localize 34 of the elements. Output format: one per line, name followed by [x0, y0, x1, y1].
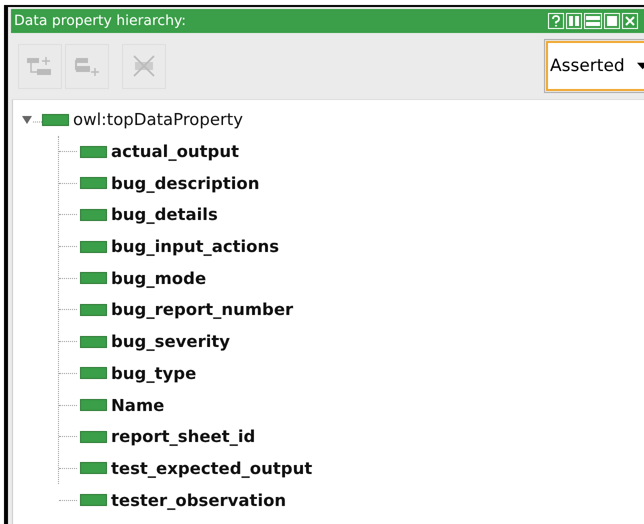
property-icon: [80, 430, 107, 443]
tree-item[interactable]: report_sheet_id: [111, 427, 256, 446]
property-icon: [80, 399, 107, 412]
help-icon[interactable]: [548, 13, 564, 29]
property-icon: [80, 240, 107, 253]
panel-title: Data property hierarchy:: [14, 13, 187, 29]
expand-toggle-icon[interactable]: [22, 114, 42, 126]
property-icon: [42, 114, 69, 126]
maximize-icon[interactable]: [604, 13, 620, 29]
close-icon[interactable]: [622, 13, 638, 29]
property-icon: [80, 272, 107, 284]
tree-item[interactable]: Name: [111, 396, 164, 415]
tree-item[interactable]: tester_observation: [111, 490, 286, 510]
property-icon: [80, 494, 107, 506]
property-icon: [80, 336, 107, 348]
tree-item[interactable]: bug_input_actions: [111, 237, 280, 256]
tree-item[interactable]: bug_type: [111, 364, 196, 383]
view-dropdown[interactable]: Asserted: [546, 41, 644, 91]
tree-item[interactable]: bug_severity: [111, 332, 230, 352]
property-icon: [80, 208, 107, 221]
tree-item[interactable]: bug_mode: [111, 268, 206, 288]
tree-item[interactable]: bug_report_number: [111, 300, 294, 320]
property-icon: [80, 304, 107, 316]
property-icon: [80, 462, 107, 474]
tree-item[interactable]: owl:topDataProperty: [73, 110, 243, 130]
property-icon: [80, 146, 107, 158]
minimize-icon[interactable]: [584, 13, 602, 29]
property-icon: [80, 367, 107, 380]
tree-item[interactable]: actual_output: [111, 142, 240, 162]
tree-item[interactable]: test_expected_output: [111, 458, 312, 478]
tree-item[interactable]: bug_description: [111, 174, 260, 193]
tree-item[interactable]: bug_details: [111, 205, 218, 224]
split-icon[interactable]: [566, 13, 582, 29]
property-icon: [80, 177, 107, 190]
